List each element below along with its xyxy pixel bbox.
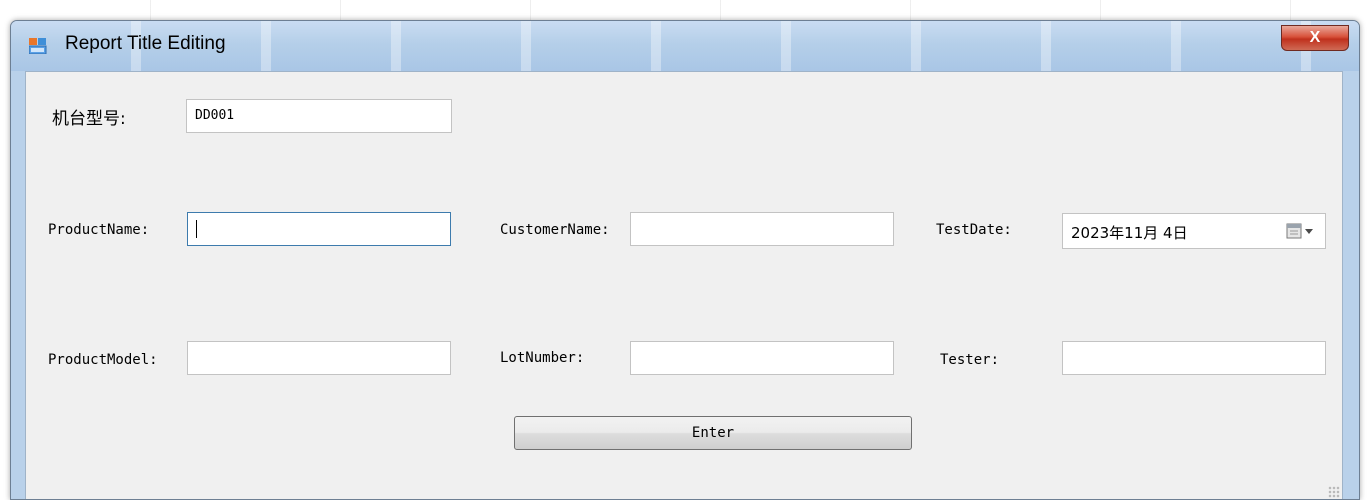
enter-button[interactable]: Enter [514, 416, 912, 450]
close-icon: X [1309, 29, 1321, 46]
machine-model-value: DD001 [195, 108, 235, 123]
test-date-picker[interactable]: 2023年11月 4日 [1062, 213, 1326, 249]
test-date-value: 2023年11月 4日 [1071, 224, 1188, 242]
lot-number-field[interactable] [630, 341, 894, 375]
window-title: Report Title Editing [65, 33, 226, 54]
title-bar[interactable]: Report Title Editing X [11, 21, 1359, 71]
text-caret [196, 220, 197, 238]
customer-name-field[interactable] [630, 212, 894, 246]
machine-model-label: 机台型号: [52, 109, 126, 129]
product-model-label: ProductModel: [48, 352, 158, 368]
product-name-field[interactable] [187, 212, 451, 246]
close-button[interactable]: X [1281, 25, 1349, 51]
tester-field[interactable] [1062, 341, 1326, 375]
report-title-editing-window: Report Title Editing X 机台型号: DD001 Produ… [10, 20, 1360, 500]
calendar-dropdown-button[interactable] [1285, 222, 1319, 240]
form-client-area: 机台型号: DD001 ProductName: CustomerName: T… [25, 71, 1343, 499]
test-date-label: TestDate: [936, 222, 1012, 238]
app-window-icon [29, 38, 47, 54]
product-name-label: ProductName: [48, 222, 150, 238]
lot-number-label: LotNumber: [500, 350, 585, 366]
calendar-dropdown-icon [1286, 223, 1313, 239]
resize-grip[interactable] [1328, 486, 1340, 498]
customer-name-label: CustomerName: [500, 222, 610, 238]
tester-label: Tester: [940, 352, 1000, 368]
product-model-field[interactable] [187, 341, 451, 375]
machine-model-field[interactable]: DD001 [186, 99, 452, 133]
